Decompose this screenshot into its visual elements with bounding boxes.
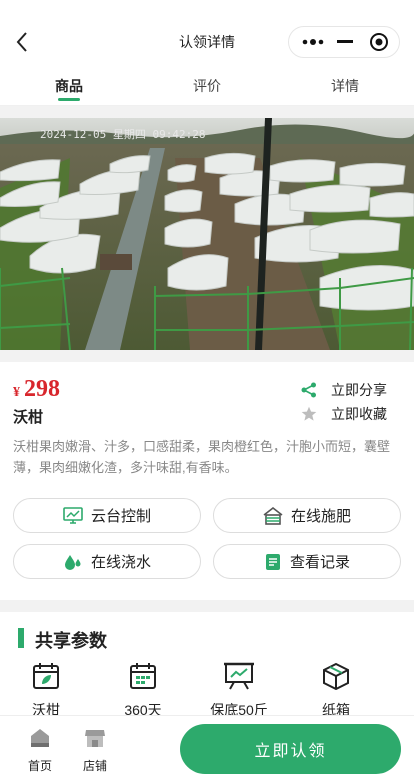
orchard-camera-image: 2024-12-05 星期四 09:42:28	[0, 118, 414, 350]
claim-now-button[interactable]: 立即认领	[180, 724, 401, 774]
chart-board-icon	[224, 662, 254, 690]
tab-bar: 商品 评价 详情	[0, 66, 414, 106]
product-description: 沃柑果肉嫩滑、汁多，口感甜柔，果肉橙红色，汁胞小而短，囊壁薄，果肉细嫩化渣，多汁…	[13, 439, 391, 475]
store-icon	[85, 730, 105, 747]
box-icon	[323, 662, 349, 690]
pan-tilt-control-button[interactable]: 云台控制	[13, 498, 201, 533]
mini-program-capsule	[288, 26, 400, 58]
water-drops-icon	[64, 554, 81, 570]
star-icon	[301, 406, 317, 421]
home-icon	[31, 729, 49, 747]
online-fertilize-button[interactable]: 在线施肥	[213, 498, 401, 533]
bottom-action-bar: 首页 店铺 立即认领	[0, 715, 414, 780]
online-watering-label: 在线浇水	[90, 554, 151, 571]
view-records-button[interactable]: 查看记录	[213, 544, 401, 579]
more-button[interactable]	[295, 27, 331, 57]
currency-symbol: ¥	[13, 385, 20, 400]
favorite-label: 立即收藏	[331, 406, 387, 422]
product-name: 沃柑	[13, 409, 44, 426]
photo-timestamp-overlay: 2024-12-05 星期四 09:42:28	[40, 128, 205, 141]
online-fertilize-label: 在线施肥	[290, 508, 351, 525]
target-circle-icon	[370, 33, 388, 51]
monitor-icon	[63, 506, 83, 524]
more-dots-icon	[302, 39, 324, 45]
product-info-card: ¥ 298 沃柑 立即分享 立即收藏 沃柑果肉嫩滑、汁多，口感甜柔，果肉橙红色，…	[0, 362, 414, 600]
minimize-button[interactable]	[327, 27, 363, 57]
price-value: 298	[24, 376, 60, 402]
tab-reviews[interactable]: 评价	[138, 66, 276, 105]
store-nav-label: 店铺	[82, 759, 107, 773]
share-icon	[301, 382, 316, 398]
pan-tilt-control-label: 云台控制	[90, 508, 151, 525]
minus-icon	[337, 40, 353, 43]
view-records-label: 查看记录	[289, 554, 350, 571]
param-guarantee: 保底50斤	[199, 662, 279, 720]
section-accent-bar	[18, 628, 24, 648]
share-label: 立即分享	[331, 382, 387, 398]
record-list-icon	[265, 553, 280, 570]
home-nav-label: 首页	[27, 759, 52, 773]
tab-product[interactable]: 商品	[0, 66, 138, 105]
home-nav-button[interactable]: 首页	[20, 726, 60, 774]
store-nav-button[interactable]: 店铺	[75, 726, 115, 774]
section-title: 共享参数	[35, 631, 107, 651]
product-price: ¥ 298	[13, 376, 60, 403]
param-packaging: 纸箱	[296, 662, 376, 720]
favorite-button[interactable]: 立即收藏	[301, 404, 387, 424]
close-button[interactable]	[361, 27, 397, 57]
greenhouse-icon	[263, 506, 283, 525]
tab-details[interactable]: 详情	[276, 66, 414, 105]
param-variety: 沃柑	[6, 662, 86, 720]
share-button[interactable]: 立即分享	[301, 380, 387, 400]
greenhouse-field-illustration: 2024-12-05 星期四 09:42:28	[0, 118, 414, 350]
online-watering-button[interactable]: 在线浇水	[13, 544, 201, 579]
calendar-leaf-icon	[33, 663, 59, 689]
calendar-icon	[130, 663, 156, 689]
param-duration: 360天	[103, 662, 183, 720]
shared-params-section: 共享参数 沃柑 360天 保底50斤 纸箱	[0, 612, 414, 722]
